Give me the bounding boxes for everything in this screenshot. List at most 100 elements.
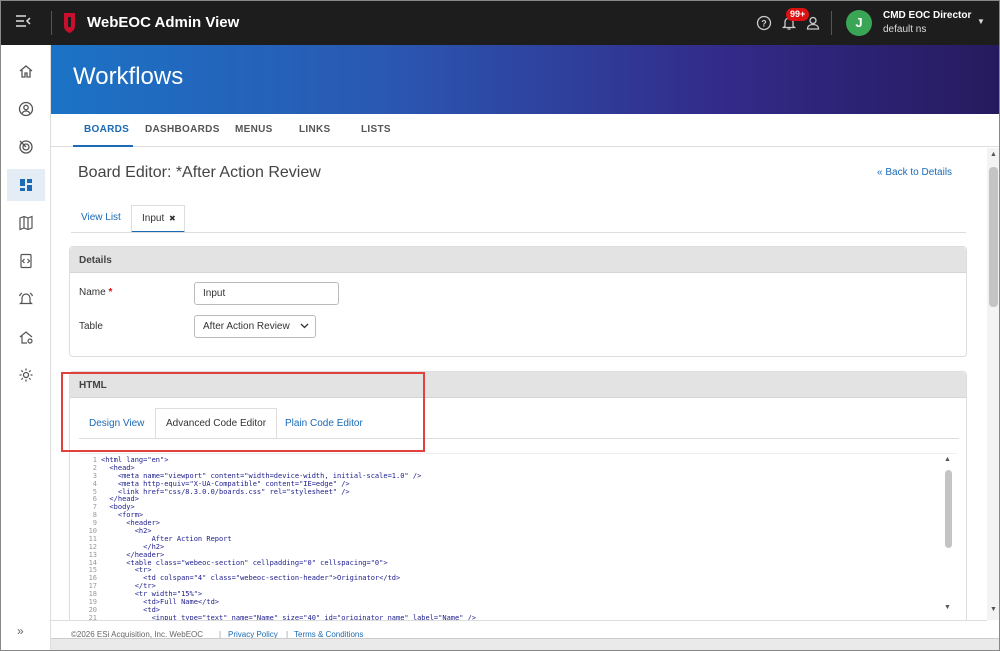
subtab-view-list[interactable]: View List (81, 212, 121, 223)
code-line[interactable]: 6 </head> (79, 496, 939, 504)
sidebar-item-settings[interactable] (7, 359, 45, 391)
code-line[interactable]: 14 <table class="webeoc-section" cellpad… (79, 559, 939, 568)
hero-banner: Workflows (51, 45, 999, 114)
code-text[interactable]: <td>Full Name</td> (101, 598, 219, 606)
home-settings-icon (19, 331, 33, 344)
divider (71, 232, 966, 233)
svg-text:?: ? (761, 19, 767, 29)
code-line[interactable]: 7 <body> (79, 503, 939, 512)
page-scroll-down-icon[interactable]: ▼ (990, 606, 997, 613)
page-scrollbar-thumb[interactable] (989, 167, 998, 307)
page-title: Workflows (73, 63, 184, 90)
table-label: Table (79, 321, 103, 332)
tab-menus[interactable]: MENUS (235, 124, 273, 135)
code-line[interactable]: 8 <form> (79, 511, 939, 520)
code-line[interactable]: 17 </tr> (79, 582, 939, 591)
name-field[interactable]: Input (194, 282, 339, 305)
nav-tabs: BOARDS DASHBOARDS MENUS LINKS LISTS (51, 114, 999, 147)
subtab-input-label: Input (142, 213, 165, 224)
code-text[interactable]: </header> (101, 551, 164, 559)
scroll-up-icon[interactable]: ▲ (944, 456, 951, 463)
code-text[interactable]: <td> (101, 606, 160, 614)
code-line[interactable]: 12 </h2> (79, 543, 939, 552)
code-text[interactable]: <td colspan="4" class="webeoc-section-he… (101, 574, 400, 582)
code-lines[interactable]: 1 <html lang="en"> 2 <head> 3 <meta name="v… (79, 456, 939, 620)
user-menu-caret-icon[interactable]: ▼ (977, 17, 985, 26)
code-editor[interactable]: 1 <html lang="en"> 2 <head> 3 <meta name="v… (79, 453, 957, 620)
code-text[interactable]: <form> (101, 511, 143, 519)
home-icon (19, 65, 33, 78)
page-scroll-up-icon[interactable]: ▲ (990, 151, 997, 158)
sidebar-item-maps[interactable] (7, 207, 45, 239)
main-content: Board Editor: *After Action Review « Bac… (51, 148, 987, 620)
code-text[interactable]: <meta name="viewport" content="width=dev… (101, 472, 421, 480)
code-text[interactable]: <tr width="15%"> (101, 590, 202, 598)
subtab-input[interactable]: Input ✖ (131, 205, 185, 233)
name-label-text: Name (79, 287, 106, 298)
code-line[interactable]: 11 After Action Report (79, 535, 939, 544)
code-line[interactable]: 16 <td colspan="4" class="webeoc-section… (79, 574, 939, 583)
user-name[interactable]: CMD EOC Director (883, 10, 971, 21)
close-icon[interactable]: ✖ (169, 214, 176, 223)
table-select[interactable]: After Action Review (194, 315, 316, 338)
code-text[interactable]: <body> (101, 503, 134, 511)
code-line[interactable]: 19 <td>Full Name</td> (79, 598, 939, 607)
back-to-details-link[interactable]: « Back to Details (877, 167, 952, 178)
taskbar-strip (51, 638, 999, 650)
alarm-bell-icon (18, 292, 34, 305)
code-text[interactable]: </h2> (101, 543, 164, 551)
sidebar: » (1, 45, 51, 650)
name-label: Name * (79, 287, 112, 298)
code-file-icon (20, 253, 32, 269)
code-text[interactable]: </tr> (101, 582, 156, 590)
user-circle-icon (18, 101, 34, 117)
table-select-value: After Action Review (203, 321, 290, 332)
code-text[interactable]: <meta http-equiv="X-UA-Compatible" conte… (101, 480, 350, 488)
dashboard-icon (20, 179, 32, 191)
board-editor-title: Board Editor: *After Action Review (78, 164, 321, 181)
tab-lists[interactable]: LISTS (361, 124, 391, 135)
code-text[interactable]: <html lang="en"> (101, 456, 168, 464)
code-text[interactable]: <link href="css/8.3.0.0/boards.css" rel=… (101, 488, 350, 496)
code-text[interactable]: </head> (101, 495, 139, 504)
app-window: WebEOC Admin View ? 99+ J CMD EOC Direct… (0, 0, 1000, 651)
webeoc-logo-icon (62, 12, 77, 34)
details-header: Details (70, 247, 966, 273)
tab-dashboards[interactable]: DASHBOARDS (145, 124, 220, 135)
code-text[interactable]: <table class="webeoc-section" cellpaddin… (101, 559, 387, 567)
avatar[interactable]: J (846, 10, 872, 36)
tab-links[interactable]: LINKS (299, 124, 331, 135)
active-tab-indicator (73, 145, 133, 147)
map-icon (19, 215, 33, 231)
menu-collapse-icon[interactable] (15, 14, 37, 32)
expand-sidebar-icon[interactable]: » (17, 624, 24, 638)
help-icon[interactable]: ? (756, 15, 772, 31)
sidebar-item-alerts[interactable] (7, 283, 45, 315)
details-panel: Details Name * Input Table After Action … (69, 246, 967, 357)
sidebar-item-home-settings[interactable] (7, 321, 45, 353)
sidebar-item-workflows[interactable] (7, 169, 45, 201)
gear-icon (19, 368, 33, 382)
sidebar-item-profile[interactable] (7, 93, 45, 125)
scroll-down-icon[interactable]: ▼ (944, 604, 951, 611)
divider (51, 11, 52, 35)
tab-boards[interactable]: BOARDS (84, 124, 129, 135)
user-profile-icon[interactable] (805, 15, 821, 31)
code-text[interactable]: <tr> (101, 566, 152, 575)
code-scrollbar-thumb[interactable] (945, 470, 952, 548)
sidebar-item-home[interactable] (7, 55, 45, 87)
required-marker: * (108, 287, 113, 298)
highlight-annotation (61, 372, 425, 452)
sidebar-item-incidents[interactable] (7, 131, 45, 163)
code-text[interactable]: <h2> (101, 527, 152, 535)
code-text[interactable]: <head> (101, 464, 134, 472)
code-line[interactable]: 5 <link href="css/8.3.0.0/boards.css" re… (79, 488, 939, 497)
code-text[interactable]: After Action Report (101, 535, 232, 543)
code-line[interactable]: 9 <header> (79, 519, 939, 528)
target-icon (19, 140, 33, 154)
code-line[interactable]: 1 <html lang="en"> (79, 456, 939, 465)
top-bar: WebEOC Admin View ? 99+ J CMD EOC Direct… (1, 1, 999, 45)
code-text[interactable]: <header> (101, 519, 160, 527)
sidebar-item-plugins[interactable] (7, 245, 45, 277)
user-position[interactable]: default ns (883, 24, 926, 35)
